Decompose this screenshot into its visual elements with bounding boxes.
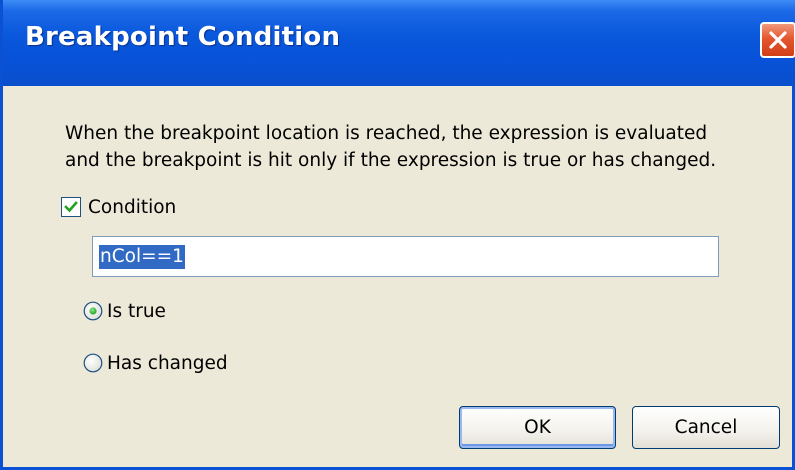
is-true-radio[interactable]	[83, 301, 103, 321]
close-icon	[769, 31, 787, 49]
description-line-2: and the breakpoint is hit only if the ex…	[65, 150, 717, 171]
ok-button[interactable]: OK	[459, 406, 616, 449]
has-changed-label[interactable]: Has changed	[107, 353, 228, 374]
description-line-1: When the breakpoint location is reached,…	[65, 123, 708, 144]
cancel-button[interactable]: Cancel	[632, 406, 780, 449]
selected-expression-text[interactable]: nCol==1	[99, 245, 185, 269]
description-text: When the breakpoint location is reached,…	[65, 120, 765, 174]
condition-row: Condition	[61, 195, 176, 219]
has-changed-radio[interactable]	[83, 353, 103, 373]
condition-label[interactable]: Condition	[88, 197, 176, 218]
radio-unselected-icon	[83, 353, 103, 373]
has-changed-option[interactable]: Has changed	[83, 351, 228, 375]
title-bar[interactable]: Breakpoint Condition	[3, 0, 795, 86]
is-true-label[interactable]: Is true	[107, 301, 166, 322]
radio-selected-icon	[83, 301, 103, 321]
condition-expression-input[interactable]: nCol==1	[92, 236, 719, 277]
close-button[interactable]	[760, 22, 795, 58]
condition-checkbox[interactable]	[61, 197, 81, 217]
dialog-title: Breakpoint Condition	[25, 22, 341, 52]
dialog-body: When the breakpoint location is reached,…	[3, 86, 795, 470]
breakpoint-condition-dialog: Breakpoint Condition When the breakpoint…	[0, 0, 795, 470]
checkmark-icon	[64, 201, 78, 213]
is-true-option[interactable]: Is true	[83, 299, 166, 323]
